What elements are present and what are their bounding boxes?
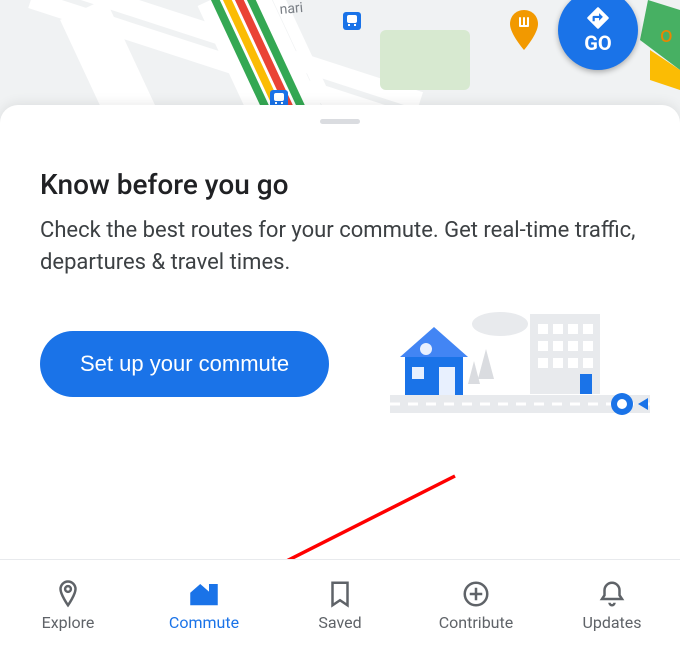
- bookmark-icon: [325, 579, 355, 609]
- nav-commute[interactable]: Commute: [136, 560, 272, 650]
- nav-updates-label: Updates: [582, 613, 641, 632]
- map-partial-label: o: [660, 23, 673, 48]
- go-button-label: GO: [584, 31, 611, 55]
- nav-contribute-label: Contribute: [439, 613, 513, 632]
- home-building-icon: [189, 579, 219, 609]
- bell-icon: [597, 579, 627, 609]
- nav-explore-label: Explore: [42, 613, 95, 632]
- commute-card-title: Know before you go: [40, 168, 640, 201]
- nav-explore[interactable]: Explore: [0, 560, 136, 650]
- setup-commute-button[interactable]: Set up your commute: [40, 331, 329, 397]
- pin-icon: [53, 579, 83, 609]
- nav-commute-label: Commute: [169, 613, 239, 632]
- directions-icon: [585, 5, 611, 31]
- nav-contribute[interactable]: Contribute: [408, 560, 544, 650]
- commute-illustration: [390, 309, 640, 419]
- commute-card-subtitle: Check the best routes for your commute. …: [40, 215, 640, 279]
- nav-updates[interactable]: Updates: [544, 560, 680, 650]
- bottom-nav: Explore Commute Saved Contribute Updates: [0, 559, 680, 650]
- nav-saved-label: Saved: [318, 613, 361, 632]
- svg-text:nari: nari: [279, 0, 304, 18]
- nav-saved[interactable]: Saved: [272, 560, 408, 650]
- plus-circle-icon: [461, 579, 491, 609]
